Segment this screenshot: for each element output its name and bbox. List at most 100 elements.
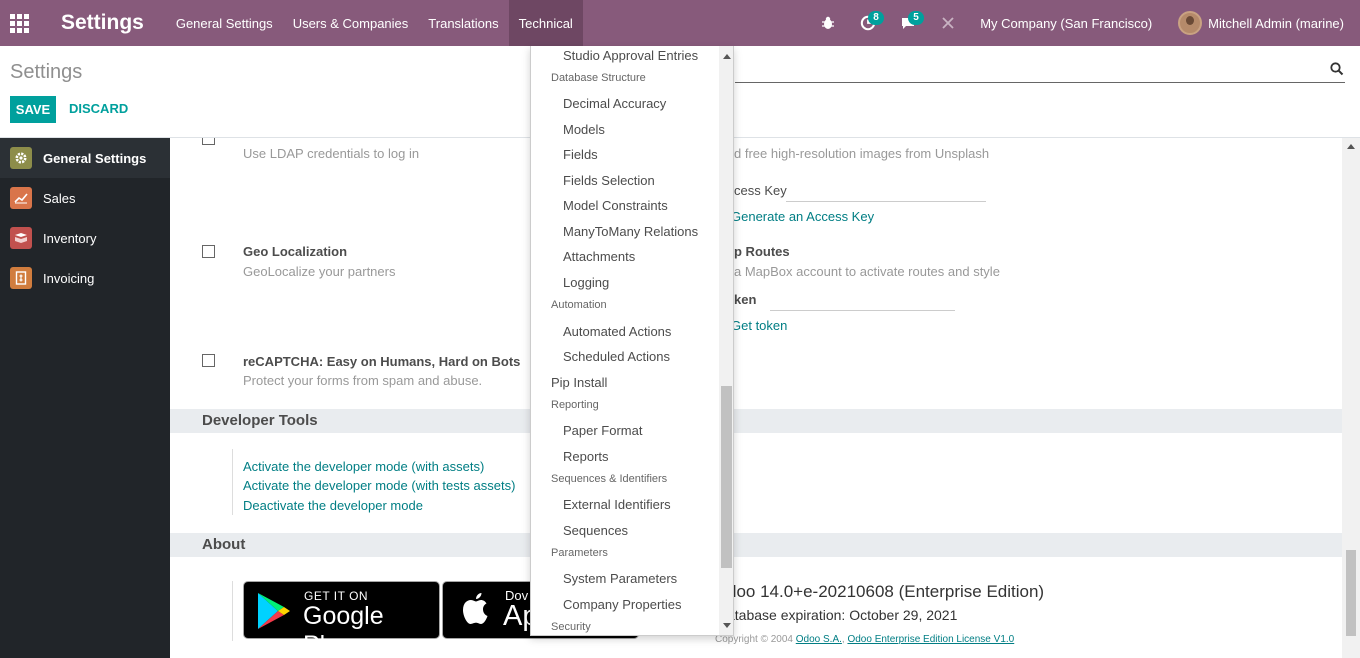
apple-icon xyxy=(463,593,488,624)
dropdown-item-automated-actions[interactable]: Automated Actions xyxy=(563,324,671,339)
sidebar-item-invoicing[interactable]: Invoicing xyxy=(0,258,170,298)
sidebar-item-label: Sales xyxy=(43,190,76,206)
activity-badge: 8 xyxy=(868,11,884,25)
scroll-up-arrow-icon[interactable] xyxy=(1347,144,1355,149)
top-navbar: Settings General Settings Users & Compan… xyxy=(0,0,1360,46)
recaptcha-description: Protect your forms from spam and abuse. xyxy=(243,373,483,388)
geo-localization-checkbox[interactable] xyxy=(202,245,215,258)
dropdown-item-sequences[interactable]: Sequences xyxy=(563,523,628,538)
company-switcher[interactable]: My Company (San Francisco) xyxy=(968,16,1164,31)
menu-translations[interactable]: Translations xyxy=(418,0,508,46)
odoo-version: doo 14.0+e-20210608 (Enterprise Edition) xyxy=(727,582,1045,601)
dropdown-item-external-identifiers[interactable]: External Identifiers xyxy=(563,497,671,512)
save-button[interactable]: SAVE xyxy=(10,96,56,123)
sidebar-item-general-settings[interactable]: General Settings xyxy=(0,138,170,178)
main-scrollbar-thumb[interactable] xyxy=(1346,550,1356,636)
google-play-icon xyxy=(258,593,290,629)
dropdown-scrollbar[interactable] xyxy=(719,46,733,635)
geo-localization-description: GeoLocalize your partners xyxy=(243,264,396,279)
dropdown-section-reporting: Reporting xyxy=(551,399,599,411)
access-key-input[interactable] xyxy=(786,201,986,202)
user-name: Mitchell Admin (marine) xyxy=(1208,15,1344,31)
get-token-link[interactable]: Get token xyxy=(731,318,787,333)
menu-technical[interactable]: Technical xyxy=(508,0,583,46)
page-title: Settings xyxy=(10,61,83,83)
dropdown-item-models[interactable]: Models xyxy=(563,122,605,137)
discard-button[interactable]: DISCARD xyxy=(69,101,128,116)
ldap-checkbox[interactable] xyxy=(202,138,215,145)
activate-dev-mode-link[interactable]: Activate the developer mode (with assets… xyxy=(243,459,484,474)
about-divider xyxy=(232,581,233,641)
bug-icon[interactable] xyxy=(808,0,848,46)
dropdown-item-logging[interactable]: Logging xyxy=(563,275,609,290)
odoo-sa-link[interactable]: Odoo S.A. xyxy=(796,634,842,645)
dropdown-item-attachments[interactable]: Attachments xyxy=(563,249,635,264)
avatar xyxy=(1178,11,1203,35)
apps-menu-icon[interactable] xyxy=(0,0,38,46)
dropdown-item-paper-format[interactable]: Paper Format xyxy=(563,423,642,438)
dropdown-item-fields-selection[interactable]: Fields Selection xyxy=(563,173,655,188)
box-icon xyxy=(10,227,32,249)
sidebar-item-inventory[interactable]: Inventory xyxy=(0,218,170,258)
google-play-button[interactable]: GET IT ON Google Play xyxy=(243,581,440,658)
dropdown-item-fields[interactable]: Fields xyxy=(563,147,598,162)
scroll-up-arrow-icon[interactable] xyxy=(723,54,731,59)
activate-dev-mode-tests-link[interactable]: Activate the developer mode (with tests … xyxy=(243,478,515,493)
google-play-small-text: GET IT ON xyxy=(304,589,369,603)
messages-badge: 5 xyxy=(908,11,924,25)
search-icon[interactable] xyxy=(1330,62,1344,79)
database-expiration: atabase expiration: October 29, 2021 xyxy=(727,607,958,623)
dropdown-item-decimal-accuracy[interactable]: Decimal Accuracy xyxy=(563,96,666,111)
dropdown-section-sequences-identifiers: Sequences & Identifiers xyxy=(551,473,668,485)
dropdown-item-scheduled-actions[interactable]: Scheduled Actions xyxy=(563,349,670,364)
main-scrollbar[interactable] xyxy=(1342,138,1360,658)
dropdown-item-model-constraints[interactable]: Model Constraints xyxy=(563,198,668,213)
dropdown-item-manytomany-relations[interactable]: ManyToMany Relations xyxy=(563,224,698,239)
invoice-icon xyxy=(10,267,32,289)
close-tools-icon[interactable] xyxy=(928,0,968,46)
menu-users-companies[interactable]: Users & Companies xyxy=(283,0,419,46)
messages-icon[interactable]: 5 xyxy=(888,0,928,46)
token-input[interactable] xyxy=(770,310,955,311)
sidebar-item-sales[interactable]: Sales xyxy=(0,178,170,218)
sidebar-item-label: General Settings xyxy=(43,150,147,166)
scroll-down-arrow-icon[interactable] xyxy=(723,623,731,628)
access-key-label: cess Key xyxy=(734,183,787,198)
chart-icon xyxy=(10,187,32,209)
ldap-description: Use LDAP credentials to log in xyxy=(243,146,420,161)
menu-general-settings[interactable]: General Settings xyxy=(166,0,283,46)
google-play-big-text: Google Play xyxy=(303,602,384,658)
deactivate-dev-mode-link[interactable]: Deactivate the developer mode xyxy=(243,498,423,513)
developer-tools-header: Developer Tools xyxy=(170,409,1342,433)
dropdown-item-pip-install[interactable]: Pip Install xyxy=(551,375,607,390)
dropdown-section-parameters: Parameters xyxy=(551,547,608,559)
dev-tools-divider xyxy=(232,449,233,515)
recaptcha-title: reCAPTCHA: Easy on Humans, Hard on Bots xyxy=(243,354,521,369)
about-header: About xyxy=(170,533,1342,557)
technical-dropdown-menu: Studio Approval Entries Database Structur… xyxy=(530,46,734,636)
unsplash-description: d free high-resolution images from Unspl… xyxy=(734,146,990,161)
dropdown-item-reports[interactable]: Reports xyxy=(563,449,609,464)
dropdown-section-automation: Automation xyxy=(551,299,607,311)
dropdown-item-system-parameters[interactable]: System Parameters xyxy=(563,571,677,586)
license-link[interactable]: Odoo Enterprise Edition License V1.0 xyxy=(847,634,1014,645)
sidebar-item-label: Inventory xyxy=(43,230,97,246)
dropdown-scrollbar-thumb[interactable] xyxy=(721,386,732,568)
dropdown-section-security: Security xyxy=(551,621,591,633)
map-routes-description: a MapBox account to activate routes and … xyxy=(734,264,1000,279)
dropdown-item-studio-approval-entries[interactable]: Studio Approval Entries xyxy=(563,48,698,63)
map-routes-title: p Routes xyxy=(734,244,790,259)
recaptcha-checkbox[interactable] xyxy=(202,354,215,367)
gear-icon xyxy=(10,147,32,169)
sidebar-item-label: Invoicing xyxy=(43,270,95,286)
app-brand[interactable]: Settings xyxy=(61,11,144,35)
activity-clock-icon[interactable]: 8 xyxy=(848,0,888,46)
generate-access-key-link[interactable]: Generate an Access Key xyxy=(731,209,874,224)
token-label: ken xyxy=(734,292,757,307)
dropdown-item-company-properties[interactable]: Company Properties xyxy=(563,597,682,612)
search-input[interactable] xyxy=(735,82,1345,83)
user-menu[interactable]: Mitchell Admin (marine) xyxy=(1164,11,1360,35)
geo-localization-title: Geo Localization xyxy=(243,244,348,259)
settings-sidebar: General Settings Sales Inventory Invoici… xyxy=(0,138,170,658)
copyright: Copyright © 2004 Odoo S.A., Odoo Enterpr… xyxy=(715,634,1015,645)
